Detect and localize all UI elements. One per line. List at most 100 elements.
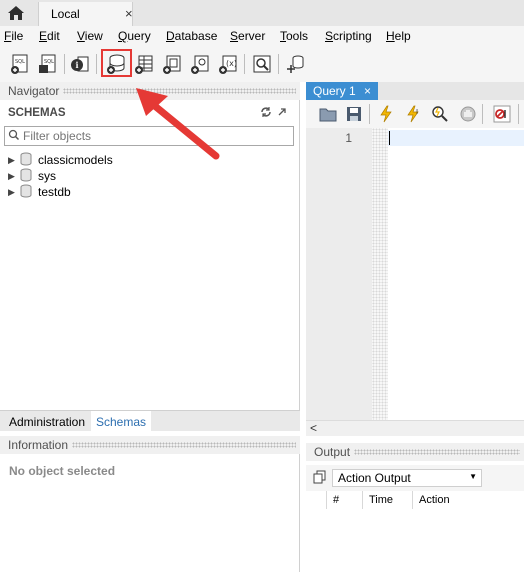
menu-mnemonic: Q	[118, 29, 128, 43]
menu-database[interactable]: Database	[166, 29, 217, 43]
menu-mnemonic: S	[230, 29, 239, 43]
output-type-select[interactable]: Action Output ▼	[332, 469, 482, 487]
collapse-icon[interactable]	[276, 106, 288, 121]
expand-arrow-icon[interactable]: ▶	[8, 155, 18, 166]
query-toolbar: I	[306, 100, 524, 128]
search-table-data-icon[interactable]	[250, 52, 274, 76]
navigator-panel: SCHEMAS ▶ classicmodels ▶ sys ▶ testdb	[0, 100, 300, 410]
expand-arrow-icon[interactable]: ▶	[8, 187, 18, 198]
filter-objects-input[interactable]	[23, 128, 291, 144]
output-header: Output	[306, 443, 524, 461]
toolbar-separator	[518, 104, 519, 124]
tab-administration[interactable]: Administration	[4, 411, 90, 432]
search-icon	[8, 129, 20, 144]
database-icon	[20, 184, 32, 201]
stop-icon[interactable]	[456, 102, 480, 126]
header-grip	[63, 88, 296, 94]
menu-label: elp	[394, 29, 411, 43]
menu-label: uery	[127, 29, 151, 43]
save-icon[interactable]	[342, 102, 366, 126]
fold-margin	[372, 128, 388, 420]
svg-text:i: i	[76, 60, 79, 70]
schema-testdb[interactable]: ▶ testdb	[8, 184, 71, 200]
output-panel: Action Output ▼ # Time Action	[306, 461, 524, 572]
information-title: Information	[8, 438, 69, 452]
open-sql-script-icon[interactable]: SQL	[36, 52, 60, 76]
copy-icon[interactable]	[313, 470, 326, 487]
create-procedure-icon[interactable]	[188, 52, 212, 76]
inspector-icon[interactable]: i	[68, 52, 92, 76]
toggle-stop-on-error-icon[interactable]	[490, 102, 514, 126]
filter-objects-box[interactable]	[4, 126, 294, 146]
menu-label: erver	[238, 29, 266, 43]
schema-classicmodels[interactable]: ▶ classicmodels	[8, 152, 113, 168]
toolbar-separator	[96, 54, 97, 74]
menu-tools[interactable]: Tools	[280, 29, 308, 43]
reconnect-icon[interactable]	[284, 52, 308, 76]
close-icon[interactable]: ×	[125, 6, 133, 21]
menu-server[interactable]: Server	[230, 29, 265, 43]
expand-arrow-icon[interactable]: ▶	[8, 171, 18, 182]
menu-label: ile	[11, 29, 24, 43]
menu-mnemonic: V	[77, 29, 85, 43]
scroll-left-icon[interactable]: <	[310, 421, 317, 435]
explain-icon[interactable]	[428, 102, 452, 126]
create-function-icon[interactable]: (x)	[216, 52, 240, 76]
information-header: Information	[0, 436, 300, 454]
execute-current-icon[interactable]: I	[402, 102, 426, 126]
home-icon[interactable]	[0, 0, 32, 26]
menu-label: ools	[286, 29, 309, 43]
database-icon	[20, 152, 32, 169]
connection-tab-bar: Local ×	[0, 0, 524, 26]
menu-label: dit	[47, 29, 60, 43]
horizontal-scrollbar[interactable]: <	[306, 420, 524, 436]
navigator-title: Navigator	[8, 84, 60, 98]
toolbar-separator	[482, 104, 483, 124]
database-icon	[20, 168, 32, 185]
close-icon[interactable]: ×	[364, 84, 371, 98]
information-panel: No object selected	[0, 454, 300, 572]
create-view-icon[interactable]	[160, 52, 184, 76]
text-caret	[389, 131, 390, 145]
menu-edit[interactable]: Edit	[39, 29, 60, 43]
menu-mnemonic: E	[39, 29, 48, 43]
schema-name: testdb	[38, 185, 71, 199]
output-column-headers: # Time Action	[306, 491, 524, 509]
navigator-header: Navigator	[0, 82, 300, 100]
menu-scripting[interactable]: Scripting	[325, 29, 372, 43]
column-header[interactable]: Time	[362, 491, 412, 509]
menu-query[interactable]: Query	[118, 29, 151, 43]
chevron-down-icon: ▼	[469, 472, 477, 481]
tab-schemas[interactable]: Schemas	[91, 411, 152, 432]
create-table-icon[interactable]	[132, 52, 156, 76]
current-line-highlight	[388, 130, 524, 146]
tab-query-1[interactable]: Query 1 ×	[306, 82, 378, 100]
schema-name: classicmodels	[38, 153, 113, 167]
column-header[interactable]: #	[326, 491, 358, 509]
menu-file[interactable]: File	[4, 29, 23, 43]
output-toolbar: Action Output ▼	[306, 465, 524, 491]
line-number: 1	[345, 131, 352, 145]
sql-label: SQL	[15, 59, 25, 65]
toolbar-separator	[369, 104, 370, 124]
output-type-value: Action Output	[338, 471, 411, 485]
toolbar-separator	[244, 54, 245, 74]
output-title: Output	[314, 445, 351, 459]
execute-icon[interactable]	[374, 102, 398, 126]
schemas-title: SCHEMAS	[8, 107, 66, 119]
header-grip	[354, 449, 520, 455]
connection-tab[interactable]: Local ×	[38, 2, 133, 26]
sql-editor[interactable]	[388, 128, 524, 420]
menu-mnemonic: S	[325, 29, 334, 43]
menu-help[interactable]: Help	[386, 29, 411, 43]
refresh-icon[interactable]	[260, 106, 272, 121]
menu-label: cripting	[333, 29, 372, 43]
column-header[interactable]: Action	[412, 491, 524, 509]
menu-label: iew	[84, 29, 103, 43]
menu-view[interactable]: View	[77, 29, 103, 43]
open-file-icon[interactable]	[316, 102, 340, 126]
menu-mnemonic: H	[386, 29, 395, 43]
main-toolbar: SQL SQL i (x)	[0, 46, 524, 82]
new-sql-tab-icon[interactable]: SQL	[8, 52, 32, 76]
schema-sys[interactable]: ▶ sys	[8, 168, 56, 184]
